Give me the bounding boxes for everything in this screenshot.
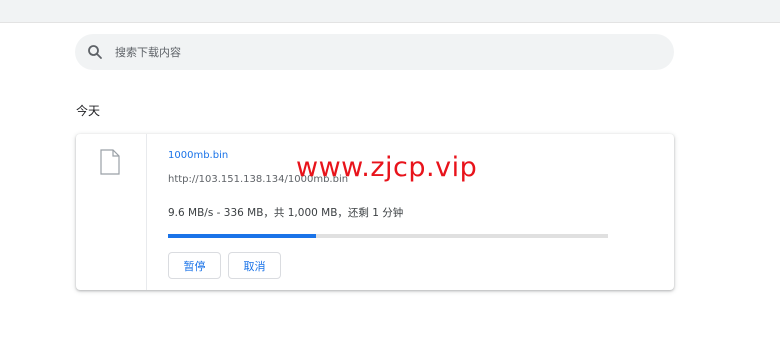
pause-button[interactable]: 暂停: [168, 252, 221, 279]
file-icon-column: [76, 134, 147, 290]
search-icon[interactable]: [87, 44, 103, 60]
cancel-button[interactable]: 取消: [228, 252, 281, 279]
watermark-text: www.zjcp.vip: [296, 152, 478, 183]
date-group-header: 今天: [76, 104, 101, 118]
file-icon: [100, 149, 120, 179]
progress-bar: [168, 234, 608, 238]
progress-fill: [168, 234, 316, 238]
file-name-link[interactable]: 1000mb.bin: [168, 150, 228, 161]
search-bar[interactable]: [75, 34, 674, 70]
download-status: 9.6 MB/s - 336 MB，共 1,000 MB，还剩 1 分钟: [168, 207, 404, 219]
search-input[interactable]: [115, 45, 635, 59]
top-strip: [0, 0, 780, 23]
